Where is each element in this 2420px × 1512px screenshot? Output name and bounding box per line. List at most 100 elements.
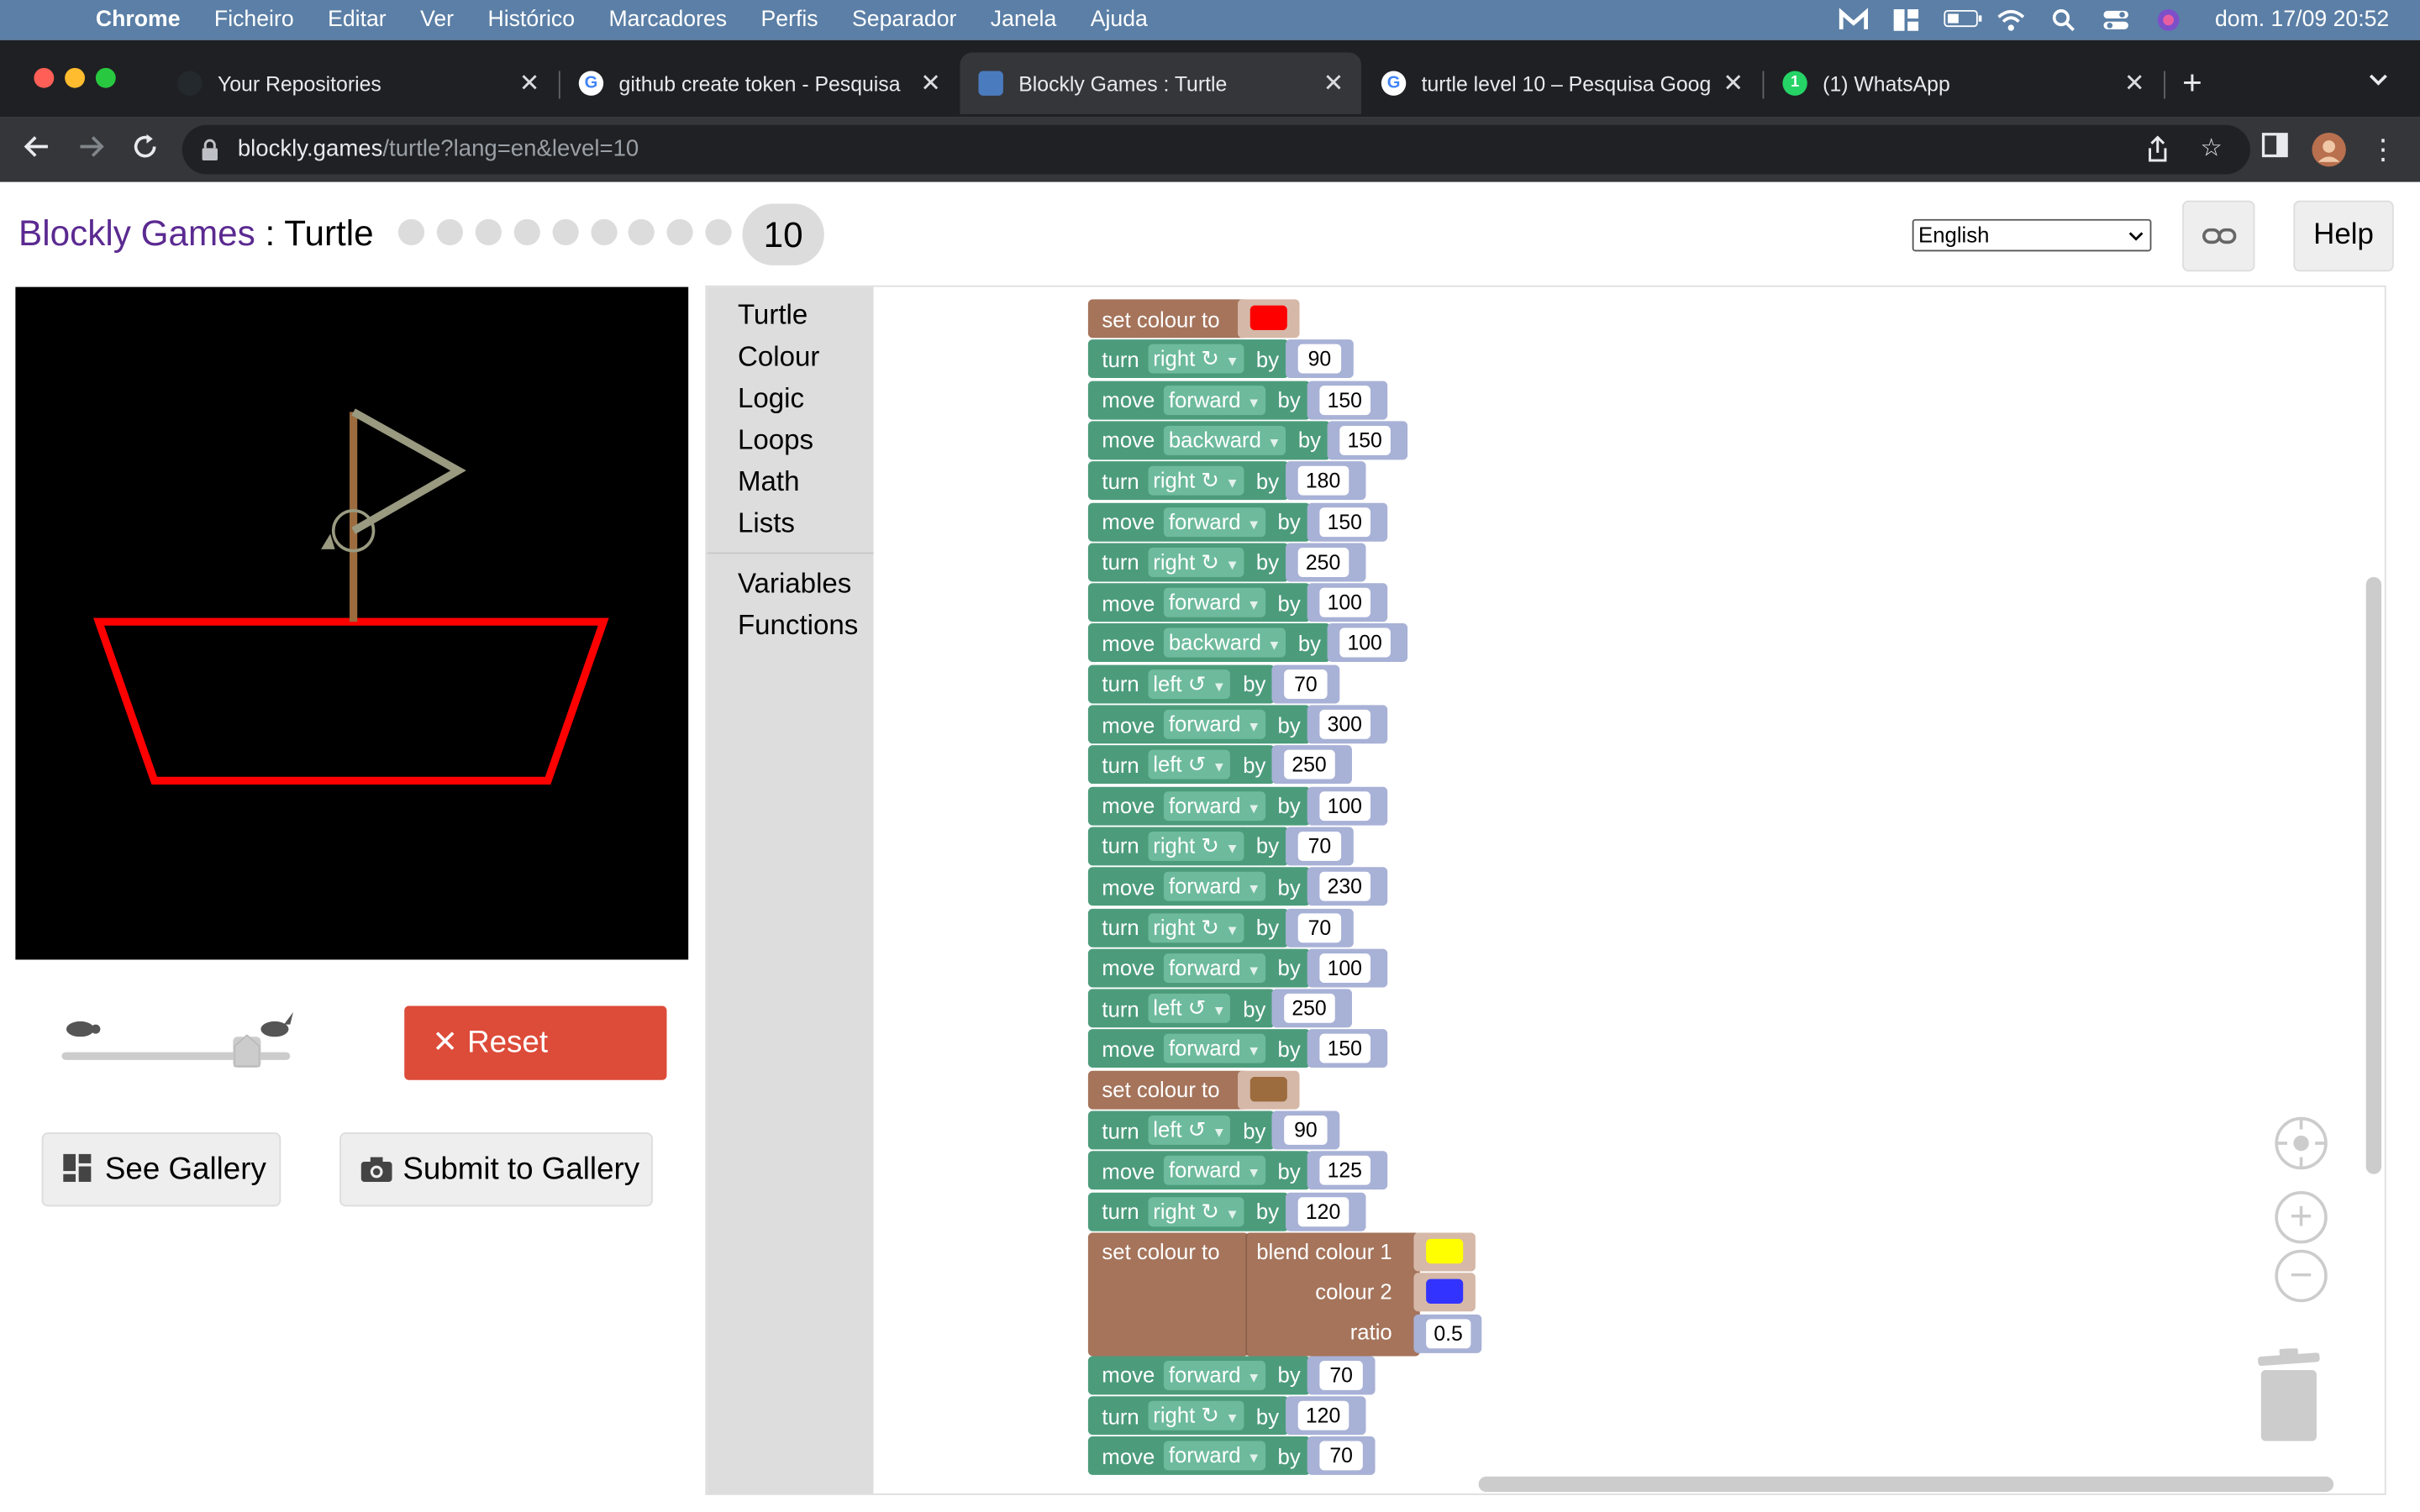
submit-to-gallery-button[interactable]: Submit to Gallery (339, 1132, 653, 1207)
blend-colour-block[interactable]: blend colour 1 colour 2 ratio (1245, 1232, 1420, 1357)
menu-item-ver[interactable]: Ver (420, 8, 454, 32)
turn-block[interactable]: turn left ↺ ▼ by (1087, 664, 1276, 703)
number-value[interactable]: 120 (1297, 1400, 1349, 1431)
number-value[interactable]: 125 (1319, 1156, 1370, 1186)
direction-dropdown[interactable]: left ↺ ▼ (1148, 669, 1231, 699)
move-block[interactable]: move forward ▼ by (1087, 1029, 1310, 1068)
battery-icon[interactable] (1944, 8, 1982, 32)
set-colour-block[interactable]: set colour to (1087, 1070, 1249, 1110)
number-value[interactable]: 70 (1319, 1360, 1363, 1390)
toolbox-category-lists[interactable]: Lists (738, 507, 795, 540)
turn-block[interactable]: turn right ↻ ▼ by (1087, 1396, 1289, 1436)
reset-button[interactable]: ✕ Reset (404, 1005, 667, 1080)
number-value[interactable]: 90 (1297, 344, 1342, 375)
turn-block[interactable]: turn left ↺ ▼ by (1087, 989, 1276, 1028)
number-value[interactable]: 150 (1319, 507, 1370, 537)
wifi-icon[interactable] (1996, 8, 2027, 32)
see-gallery-button[interactable]: See Gallery (41, 1132, 281, 1207)
brand-link[interactable]: Blockly Games (18, 213, 255, 253)
colour-picker-slot[interactable] (1413, 1273, 1476, 1312)
number-value[interactable]: 70 (1297, 912, 1342, 942)
number-value[interactable]: 100 (1319, 587, 1370, 617)
direction-dropdown[interactable]: backward ▼ (1164, 628, 1286, 659)
tab-github-create-token[interactable]: G github create token - Pesquisa ✕ (560, 55, 959, 111)
direction-dropdown[interactable]: left ↺ ▼ (1148, 750, 1231, 780)
colour-swatch[interactable] (1426, 1238, 1464, 1264)
menu-item-historico[interactable]: Histórico (487, 8, 575, 32)
close-tab-icon[interactable]: ✕ (2119, 68, 2150, 99)
direction-dropdown[interactable]: right ↻ ▼ (1148, 466, 1244, 496)
level-dot-7[interactable] (628, 218, 655, 246)
number-value[interactable]: 180 (1297, 466, 1349, 496)
level-dot-8[interactable] (666, 218, 693, 246)
number-value[interactable]: 100 (1319, 953, 1370, 983)
number-value[interactable]: 70 (1284, 669, 1328, 699)
level-dot-6[interactable] (591, 218, 618, 246)
close-tab-icon[interactable]: ✕ (915, 68, 946, 99)
ratio-value[interactable]: 0.5 (1426, 1318, 1471, 1348)
speed-knob[interactable] (233, 1034, 261, 1068)
close-tab-icon[interactable]: ✕ (1318, 68, 1349, 99)
number-value[interactable]: 70 (1297, 831, 1342, 861)
profile-avatar[interactable] (2311, 131, 2348, 168)
toolbox-category-functions[interactable]: Functions (738, 610, 858, 643)
direction-dropdown[interactable]: forward ▼ (1164, 1156, 1265, 1186)
move-block[interactable]: move forward ▼ by (1087, 705, 1310, 744)
minimize-window-button[interactable] (65, 67, 86, 88)
m-app-icon[interactable] (1839, 8, 1870, 32)
share-icon[interactable] (2145, 125, 2170, 182)
tab-your-repositories[interactable]: Your Repositories ✕ (159, 55, 557, 111)
level-dot-9[interactable] (705, 218, 732, 246)
direction-dropdown[interactable]: right ↻ ▼ (1148, 912, 1244, 942)
menu-item-editar[interactable]: Editar (328, 8, 387, 32)
colour-picker-slot[interactable] (1238, 1070, 1300, 1110)
more-menu-icon[interactable]: ⋮ (2365, 131, 2402, 168)
blockly-workspace[interactable]: set colour to turn right ↻ ▼ by 90 move forward… (873, 286, 2385, 1494)
zoom-window-button[interactable] (95, 67, 116, 88)
colour-picker-slot[interactable] (1238, 299, 1300, 339)
move-block[interactable]: move forward ▼ by (1087, 867, 1310, 906)
level-dot-5[interactable] (552, 218, 579, 246)
close-tab-icon[interactable]: ✕ (1718, 68, 1749, 99)
toolbox-category-variables[interactable]: Variables (738, 568, 851, 601)
direction-dropdown[interactable]: forward ▼ (1164, 1441, 1265, 1472)
direction-dropdown[interactable]: right ↻ ▼ (1148, 547, 1244, 577)
colour-swatch[interactable] (1249, 1076, 1287, 1101)
move-block[interactable]: move forward ▼ by (1087, 948, 1310, 988)
set-colour-blend-block[interactable]: set colour to (1087, 1232, 1249, 1357)
toolbox-category-loops[interactable]: Loops (738, 424, 813, 457)
link-button[interactable] (2182, 200, 2255, 272)
reload-icon[interactable] (127, 131, 164, 168)
direction-dropdown[interactable]: left ↺ ▼ (1148, 1115, 1231, 1145)
colour-swatch[interactable] (1426, 1278, 1464, 1305)
move-block[interactable]: move backward ▼ by (1087, 421, 1331, 460)
number-value[interactable]: 300 (1319, 709, 1370, 739)
vertical-scrollbar[interactable] (2365, 576, 2382, 1174)
trash-icon[interactable] (2254, 1347, 2320, 1441)
toolbox-category-logic[interactable]: Logic (738, 383, 804, 416)
number-value[interactable]: 250 (1284, 994, 1334, 1023)
turn-block[interactable]: turn right ↻ ▼ by (1087, 827, 1289, 866)
set-colour-block[interactable]: set colour to (1087, 299, 1249, 339)
menu-item-separador[interactable]: Separador (852, 8, 956, 32)
level-dot-2[interactable] (436, 218, 464, 246)
direction-dropdown[interactable]: forward ▼ (1164, 587, 1265, 617)
toolbox-category-colour[interactable]: Colour (738, 341, 819, 374)
number-value[interactable]: 120 (1297, 1196, 1349, 1226)
help-button[interactable]: Help (2293, 200, 2394, 272)
move-block[interactable]: move forward ▼ by (1087, 785, 1310, 825)
direction-dropdown[interactable]: forward ▼ (1164, 385, 1265, 415)
window-layout-icon[interactable] (1891, 8, 1922, 32)
spotlight-search-icon[interactable] (2049, 8, 2080, 32)
move-block[interactable]: move forward ▼ by (1087, 1436, 1310, 1476)
menubar-clock[interactable]: dom. 17/09 20:52 (2215, 8, 2389, 32)
close-tab-icon[interactable]: ✕ (514, 68, 545, 99)
number-value[interactable]: 70 (1319, 1441, 1363, 1472)
toolbox-category-turtle[interactable]: Turtle (738, 299, 808, 332)
number-value[interactable]: 230 (1319, 872, 1370, 901)
tab-whatsapp[interactable]: 1 (1) WhatsApp ✕ (1764, 55, 2162, 111)
number-value[interactable]: 150 (1319, 385, 1370, 415)
direction-dropdown[interactable]: forward ▼ (1164, 872, 1265, 901)
move-block[interactable]: move forward ▼ by (1087, 1151, 1310, 1190)
direction-dropdown[interactable]: left ↺ ▼ (1148, 994, 1231, 1023)
